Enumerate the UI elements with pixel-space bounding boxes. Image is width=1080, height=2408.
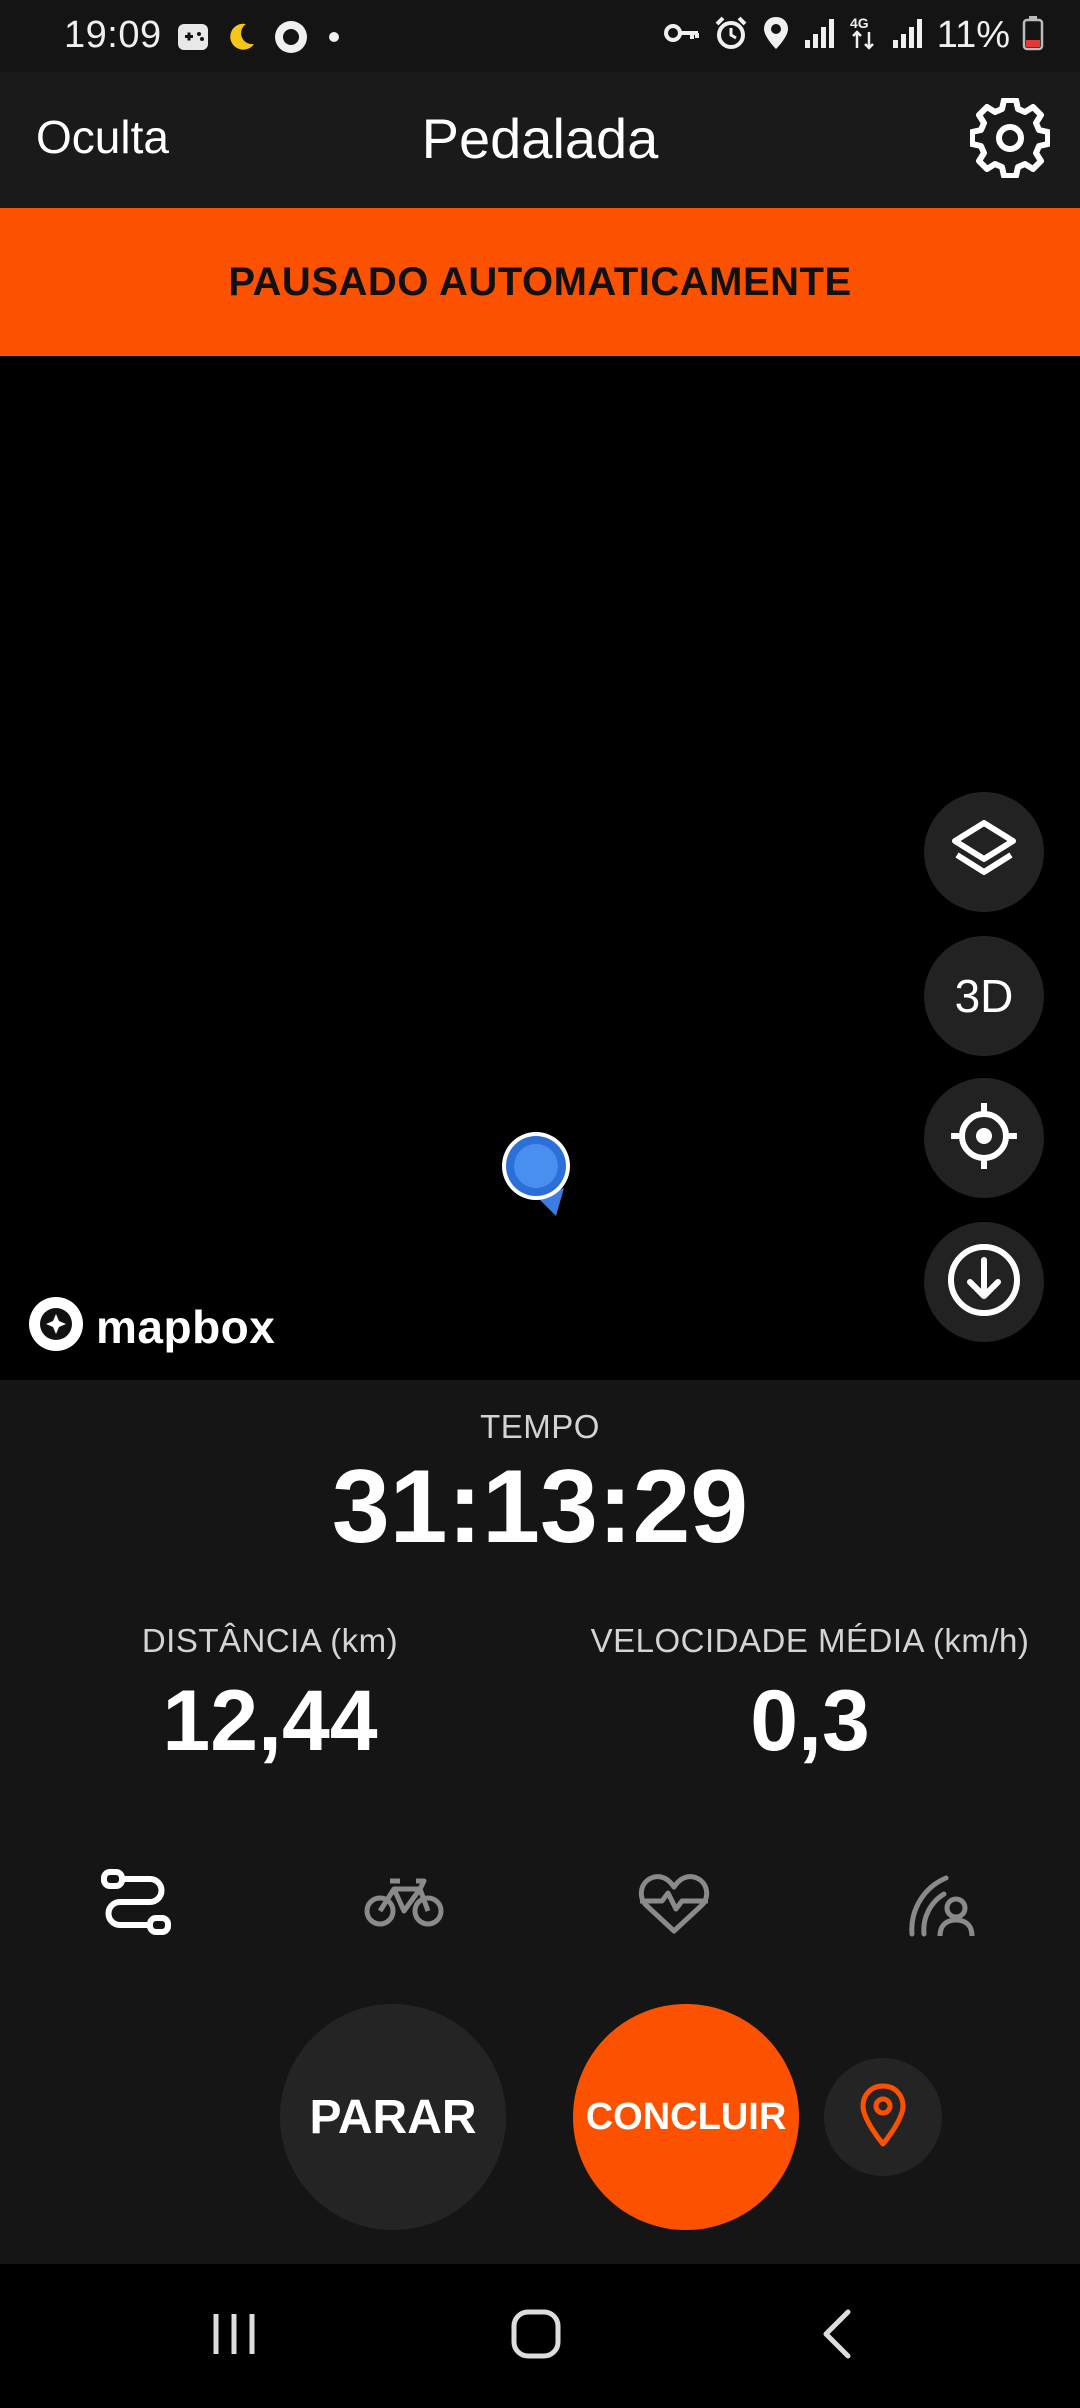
beacon-icon — [906, 1864, 982, 1945]
avg-speed-value: 0,3 — [750, 1673, 870, 1769]
signal-icon — [891, 16, 925, 55]
key-icon — [663, 16, 701, 55]
finish-label: CONCLUIR — [585, 2095, 787, 2138]
4g-data-icon: 4G — [849, 14, 879, 57]
battery-percent: 11% — [936, 14, 1010, 56]
record-icon — [272, 18, 310, 61]
top-bar: Oculta Pedalada — [0, 72, 1080, 208]
map-view[interactable]: 3D mapbox — [0, 356, 1080, 1380]
hide-button[interactable]: Oculta — [36, 110, 169, 164]
avg-speed-label: VELOCIDADE MÉDIA (km/h) — [590, 1622, 1030, 1659]
status-time: 19:09 — [64, 14, 162, 56]
alarm-icon — [713, 15, 749, 56]
status-right-icons: 4G 11% — [663, 14, 1044, 57]
3d-label: 3D — [954, 970, 1014, 1022]
status-bar: 19:09 4G 11% — [0, 0, 1080, 72]
gear-icon — [969, 97, 1051, 182]
svg-text:4G: 4G — [850, 15, 869, 31]
heart-rate-icon — [636, 1867, 712, 1942]
tab-bike[interactable] — [344, 1854, 464, 1954]
crosshair-icon — [949, 1101, 1019, 1176]
map-3d-button[interactable]: 3D — [924, 936, 1044, 1056]
add-location-button[interactable] — [824, 2058, 942, 2176]
settings-button[interactable] — [969, 97, 1051, 179]
mapbox-logo: mapbox — [28, 1296, 275, 1357]
stop-button[interactable]: PARAR — [280, 2004, 506, 2230]
home-button[interactable] — [476, 2294, 596, 2378]
location-pin-icon — [858, 2082, 908, 2153]
location-icon — [761, 15, 791, 56]
finish-button[interactable]: CONCLUIR — [573, 2004, 799, 2230]
download-icon — [946, 1242, 1022, 1323]
back-button[interactable] — [780, 2294, 900, 2378]
moon-icon — [224, 20, 258, 59]
status-left-icons — [176, 18, 344, 61]
home-icon — [506, 2304, 566, 2369]
auto-pause-banner: PAUSADO AUTOMATICAMENTE — [0, 208, 1080, 356]
mapbox-wordmark: mapbox — [96, 1300, 276, 1353]
stats-panel: TEMPO 31:13:29 DISTÂNCIA (km) 12,44 VELO… — [0, 1380, 1080, 2264]
time-label: TEMPO — [480, 1408, 600, 1445]
tab-heart-rate[interactable] — [614, 1854, 734, 1954]
recents-icon — [204, 2304, 264, 2369]
game-icon — [176, 20, 210, 59]
current-location-marker — [498, 1130, 576, 1230]
route-icon — [98, 1864, 174, 1945]
layers-icon — [949, 815, 1019, 890]
dot-icon — [324, 20, 344, 59]
tab-beacon[interactable] — [884, 1854, 1004, 1954]
mapbox-icon — [28, 1296, 84, 1357]
recenter-button[interactable] — [924, 1078, 1044, 1198]
tab-route[interactable] — [76, 1854, 196, 1954]
system-nav-bar — [0, 2264, 1080, 2408]
distance-value: 12,44 — [162, 1673, 378, 1769]
battery-icon — [1022, 15, 1044, 56]
recents-button[interactable] — [174, 2294, 294, 2378]
download-map-button[interactable] — [924, 1222, 1044, 1342]
signal-icon — [803, 16, 837, 55]
back-icon — [810, 2304, 870, 2369]
distance-label: DISTÂNCIA (km) — [141, 1622, 399, 1659]
stop-label: PARAR — [309, 2090, 477, 2144]
map-layers-button[interactable] — [924, 792, 1044, 912]
bike-icon — [364, 1867, 444, 1942]
auto-pause-text: PAUSADO AUTOMATICAMENTE — [228, 259, 852, 304]
time-value: 31:13:29 — [331, 1449, 749, 1565]
